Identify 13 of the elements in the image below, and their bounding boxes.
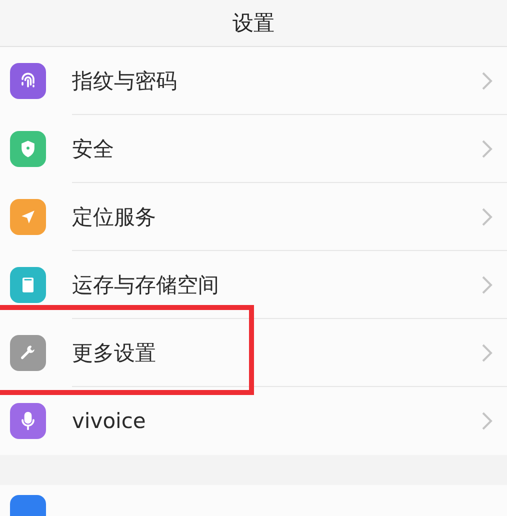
chevron-icon — [481, 274, 493, 294]
chevron-icon — [481, 411, 493, 431]
chevron-icon — [481, 70, 493, 90]
settings-item-label[interactable]: 定位服务 — [72, 202, 481, 230]
chevron-icon — [481, 138, 493, 158]
settings-item-label[interactable]: 运存与存储空间 — [72, 270, 481, 298]
chevron-icon — [481, 342, 493, 362]
settings-item-label[interactable]: vivoice — [72, 409, 481, 433]
settings-item-label[interactable]: 指纹与密码 — [72, 66, 481, 94]
chevron-icon — [481, 206, 493, 226]
settings-item-label[interactable]: 更多设置 — [72, 338, 481, 366]
settings-item-label[interactable]: 安全 — [72, 134, 481, 162]
page-title: 设置 — [232, 10, 274, 37]
